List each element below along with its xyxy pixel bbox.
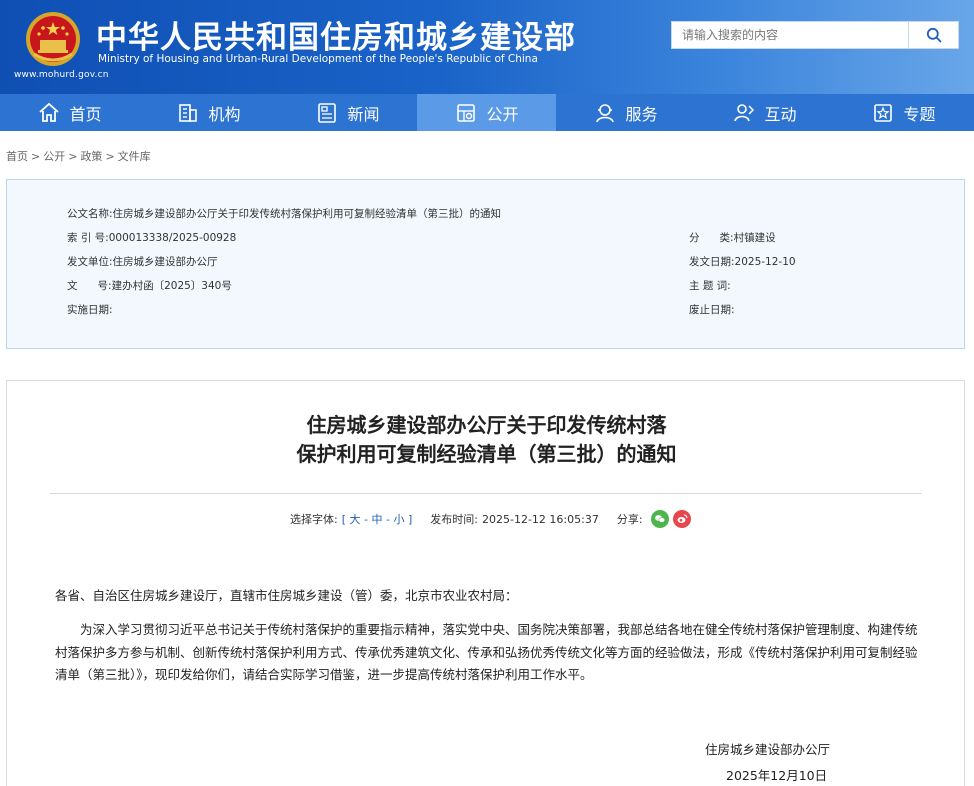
weibo-glyph-icon <box>677 514 688 523</box>
main-nav: 首页 机构 新闻 公开 服务 互动 专题 <box>0 94 974 131</box>
nav-item-interaction[interactable]: 互动 <box>695 94 834 131</box>
site-header: www.mohurd.gov.cn 中华人民共和国住房和城乡建设部 Minist… <box>0 0 974 94</box>
home-icon <box>39 102 60 122</box>
article-title: 住房城乡建设部办公厅关于印发传统村落 保护利用可复制经验清单（第三批）的通知 <box>7 411 966 469</box>
nav-label: 公开 <box>486 104 519 124</box>
meta-issue-date: 发文日期:2025-12-10 <box>689 254 796 269</box>
site-subtitle: Ministry of Housing and Urban-Rural Deve… <box>98 53 538 65</box>
article-body: 为深入学习贯彻习近平总书记关于传统村落保护的重要指示精神，落实党中央、国务院决策… <box>55 622 918 682</box>
article-title-line: 保护利用可复制经验清单（第三批）的通知 <box>296 442 677 466</box>
nav-item-home[interactable]: 首页 <box>0 94 139 131</box>
font-bracket: ] <box>407 513 413 526</box>
breadcrumb-disclosure[interactable]: 公开 <box>43 150 65 163</box>
meta-keywords: 主 题 词: <box>689 278 731 293</box>
nav-label: 新闻 <box>347 104 380 124</box>
article-panel: 住房城乡建设部办公厅关于印发传统村落 保护利用可复制经验清单（第三批）的通知 选… <box>6 380 965 786</box>
meta-label: 主 题 词: <box>689 280 731 292</box>
meta-label: 文 号: <box>67 280 112 292</box>
nav-item-service[interactable]: 服务 <box>556 94 695 131</box>
meta-value: 住房城乡建设部办公厅关于印发传统村落保护利用可复制经验清单（第三批）的通知 <box>112 208 502 220</box>
meta-value: 2025-12-10 <box>734 256 796 268</box>
article-tools: 选择字体: [ 大 - 中 - 小 ] 发布时间: 2025-12-12 16:… <box>290 510 691 528</box>
national-emblem-icon <box>26 12 80 66</box>
font-dash: - <box>386 513 390 526</box>
title-divider <box>50 493 922 494</box>
breadcrumb-separator: > <box>68 150 78 163</box>
search-button[interactable] <box>909 21 959 49</box>
breadcrumb-library[interactable]: 文件库 <box>118 150 151 163</box>
site-title: 中华人民共和国住房和城乡建设部 <box>96 20 576 56</box>
wechat-glyph-icon <box>654 515 665 523</box>
weibo-share-icon[interactable] <box>672 510 691 528</box>
meta-index: 索 引 号:000013338/2025-00928 <box>67 230 236 245</box>
nav-label: 服务 <box>625 104 658 124</box>
meta-value: 住房城乡建设部办公厅 <box>112 256 218 268</box>
building-icon <box>179 103 198 122</box>
font-medium-link[interactable]: 中 <box>372 513 383 526</box>
font-size-label: 选择字体: <box>290 513 338 526</box>
meta-value: 建办村函〔2025〕340号 <box>111 280 232 292</box>
breadcrumb-home[interactable]: 首页 <box>6 150 28 163</box>
search-icon <box>926 27 941 43</box>
wechat-share-icon[interactable] <box>650 510 669 528</box>
meta-doc-name: 公文名称:住房城乡建设部办公厅关于印发传统村落保护利用可复制经验清单（第三批）的… <box>67 206 501 221</box>
meta-label: 发文单位: <box>67 256 113 268</box>
font-bracket: [ <box>341 513 347 526</box>
breadcrumb-separator: > <box>105 150 115 163</box>
meta-label: 分 类: <box>689 232 734 244</box>
meta-doc-no: 文 号:建办村函〔2025〕340号 <box>67 278 232 293</box>
meta-label: 索 引 号: <box>67 232 109 244</box>
meta-impl-date: 实施日期: <box>67 302 113 317</box>
disclosure-icon <box>457 103 476 122</box>
breadcrumb-policy[interactable]: 政策 <box>80 150 102 163</box>
topic-icon <box>874 103 893 122</box>
font-large-link[interactable]: 大 <box>350 513 361 526</box>
meta-category: 分 类:村镇建设 <box>689 230 776 245</box>
search-input[interactable] <box>672 22 908 48</box>
article-title-line: 住房城乡建设部办公厅关于印发传统村落 <box>306 413 667 437</box>
font-small-link[interactable]: 小 <box>393 513 404 526</box>
font-size-switcher: [ 大 - 中 - 小 ] <box>342 511 413 527</box>
meta-label: 实施日期: <box>67 304 113 316</box>
article-salutation: 各省、自治区住房城乡建设厅，直辖市住房城乡建设（管）委，北京市农业农村局： <box>55 588 518 603</box>
meta-issuer: 发文单位:住房城乡建设部办公厅 <box>67 254 218 269</box>
breadcrumb-separator: > <box>31 150 41 163</box>
signature-organization: 住房城乡建设部办公厅 <box>705 742 831 757</box>
publish-time: 2025-12-12 16:05:37 <box>482 512 599 526</box>
search-box <box>671 21 909 49</box>
meta-value: 000013338/2025-00928 <box>108 232 237 244</box>
share-label: 分享: <box>616 513 643 526</box>
meta-label: 发文日期: <box>689 256 735 268</box>
interaction-icon <box>734 103 755 121</box>
nav-label: 互动 <box>764 104 797 124</box>
publish-time-label: 发布时间: <box>430 513 478 526</box>
nav-label: 机构 <box>208 104 241 124</box>
nav-label: 专题 <box>903 104 936 124</box>
nav-item-disclosure[interactable]: 公开 <box>417 94 556 131</box>
nav-label: 首页 <box>69 104 102 124</box>
news-icon <box>318 102 337 123</box>
meta-value: 村镇建设 <box>733 232 776 244</box>
meta-expiry: 废止日期: <box>689 302 735 317</box>
service-icon <box>596 103 615 122</box>
meta-label: 废止日期: <box>689 304 735 316</box>
font-dash: - <box>364 513 368 526</box>
document-meta-box: 公文名称:住房城乡建设部办公厅关于印发传统村落保护利用可复制经验清单（第三批）的… <box>6 179 965 349</box>
site-url: www.mohurd.gov.cn <box>14 70 109 80</box>
meta-label: 公文名称: <box>67 208 113 220</box>
signature-date: 2025年12月10日 <box>726 768 828 783</box>
breadcrumb: 首页 > 公开 > 政策 > 文件库 <box>6 148 151 164</box>
nav-item-organization[interactable]: 机构 <box>139 94 278 131</box>
nav-item-news[interactable]: 新闻 <box>278 94 417 131</box>
nav-item-topic[interactable]: 专题 <box>834 94 973 131</box>
